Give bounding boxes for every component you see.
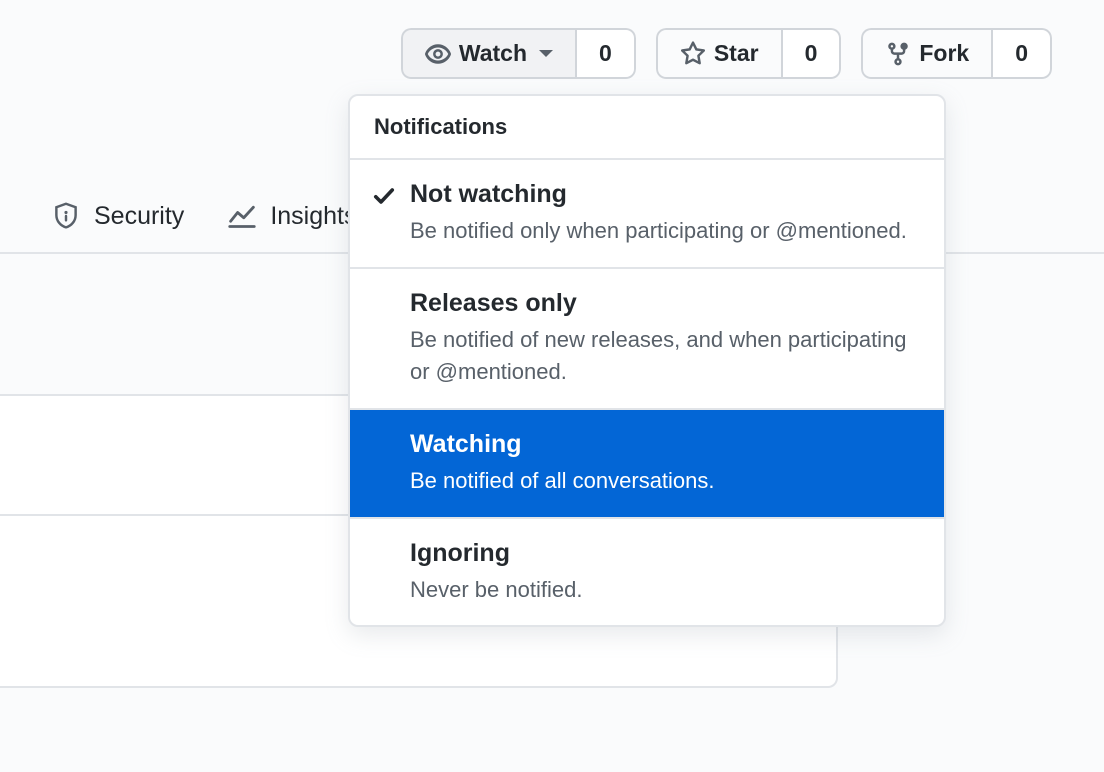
fork-count[interactable]: 0 — [991, 28, 1052, 79]
dropdown-item-not-watching[interactable]: Not watching Be notified only when parti… — [350, 160, 944, 269]
watch-button-group: Watch 0 — [401, 28, 636, 79]
watch-button[interactable]: Watch — [401, 28, 575, 79]
shield-icon — [52, 202, 80, 230]
fork-label: Fork — [919, 40, 969, 67]
caret-down-icon — [539, 50, 553, 57]
dropdown-item-desc: Be notified of all conversations. — [410, 465, 920, 497]
star-button-group: Star 0 — [656, 28, 842, 79]
tab-insights-label: Insights — [270, 202, 356, 231]
graph-icon — [228, 202, 256, 230]
dropdown-item-title: Watching — [410, 430, 920, 459]
dropdown-item-title: Not watching — [410, 180, 920, 209]
tab-security[interactable]: Security — [52, 202, 184, 231]
tab-insights[interactable]: Insights — [228, 202, 356, 231]
eye-icon — [425, 41, 451, 67]
fork-icon — [885, 41, 911, 67]
dropdown-item-desc: Never be notified. — [410, 574, 920, 606]
star-button[interactable]: Star — [656, 28, 781, 79]
star-label: Star — [714, 40, 759, 67]
dropdown-header: Notifications — [350, 96, 944, 160]
tab-security-label: Security — [94, 202, 184, 231]
notifications-dropdown: Notifications Not watching Be notified o… — [348, 94, 946, 627]
check-icon — [372, 184, 396, 213]
dropdown-item-watching[interactable]: Watching Be notified of all conversation… — [350, 410, 944, 519]
fork-button[interactable]: Fork — [861, 28, 991, 79]
dropdown-item-desc: Be notified only when participating or @… — [410, 215, 920, 247]
dropdown-item-title: Releases only — [410, 289, 920, 318]
watch-label: Watch — [459, 40, 527, 67]
dropdown-item-desc: Be notified of new releases, and when pa… — [410, 324, 920, 388]
dropdown-item-releases-only[interactable]: Releases only Be notified of new release… — [350, 269, 944, 410]
fork-button-group: Fork 0 — [861, 28, 1052, 79]
star-count[interactable]: 0 — [781, 28, 842, 79]
dropdown-item-title: Ignoring — [410, 539, 920, 568]
dropdown-item-ignoring[interactable]: Ignoring Never be notified. — [350, 519, 944, 626]
repo-actions-bar: Watch 0 Star 0 Fork 0 — [401, 28, 1052, 79]
star-icon — [680, 41, 706, 67]
watch-count[interactable]: 0 — [575, 28, 636, 79]
